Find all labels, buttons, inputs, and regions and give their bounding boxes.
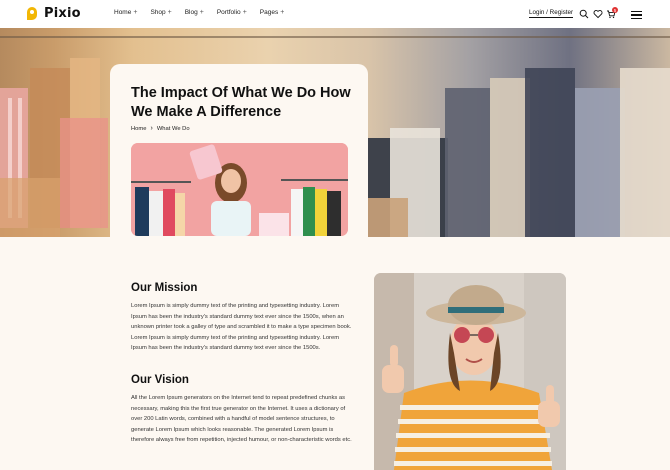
thumbs-up-woman-image — [374, 273, 566, 470]
plus-icon: + — [242, 9, 247, 16]
nav-label: Home — [114, 9, 132, 16]
mission-heading: Our Mission — [131, 282, 198, 294]
nav-item-portfolio[interactable]: Portfolio + — [217, 9, 247, 16]
nav-item-home[interactable]: Home + — [114, 9, 137, 16]
nav-item-blog[interactable]: Blog + — [185, 9, 204, 16]
login-register-link[interactable]: Login / Register — [529, 9, 574, 18]
shopping-woman-image — [131, 143, 348, 236]
nav-label: Pages — [259, 9, 279, 16]
page-title: The Impact Of What We Do How We Make A D… — [131, 85, 351, 120]
plus-icon: + — [280, 9, 285, 16]
mission-text: Lorem Ipsum is simply dummy text of the … — [131, 303, 352, 352]
nav-item-pages[interactable]: Pages + — [260, 9, 285, 16]
logo-mark-icon — [27, 7, 40, 20]
menu-icon[interactable] — [631, 11, 642, 20]
search-icon[interactable] — [579, 9, 589, 19]
vision-text: All the Lorem Ipsum generators on the In… — [131, 395, 352, 444]
site-header: Pixio Home + Shop + Blog + Portfolio + Pages… — [0, 0, 670, 28]
vision-heading: Our Vision — [131, 374, 189, 386]
breadcrumb: Home › What We Do — [131, 125, 190, 132]
chevron-right-icon: › — [150, 125, 153, 132]
nav-label: Blog — [184, 9, 198, 16]
logo-text: Pixio — [44, 6, 81, 21]
nav-item-shop[interactable]: Shop + — [150, 9, 171, 16]
breadcrumb-current: What We Do — [156, 125, 190, 132]
main-nav: Home + Shop + Blog + Portfolio + Pages + — [114, 9, 284, 16]
plus-icon: + — [199, 9, 204, 16]
cart-count-badge: 5 — [612, 7, 618, 13]
heart-icon[interactable] — [593, 9, 603, 19]
nav-label: Shop — [150, 9, 166, 16]
nav-label: Portfolio — [216, 9, 241, 16]
breadcrumb-home[interactable]: Home — [131, 126, 146, 132]
plus-icon: + — [167, 9, 172, 16]
logo[interactable]: Pixio — [27, 6, 81, 21]
plus-icon: + — [133, 9, 138, 16]
